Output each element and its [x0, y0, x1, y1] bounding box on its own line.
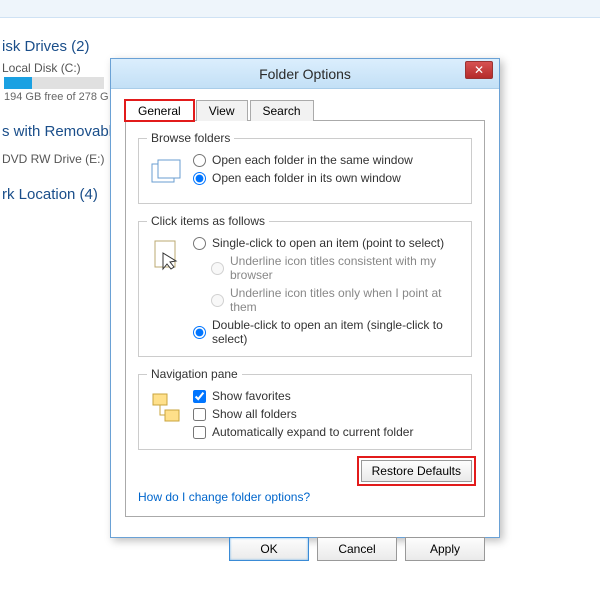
group-title-nav: Navigation pane	[147, 367, 242, 381]
check-show-favorites-input[interactable]	[193, 390, 206, 403]
radio-own-window-input[interactable]	[193, 172, 206, 185]
radio-own-window-label: Open each folder in its own window	[212, 171, 401, 185]
tab-strip: General View Search	[125, 99, 499, 120]
drive-usage-bar	[4, 77, 104, 89]
check-show-favorites-label: Show favorites	[212, 389, 291, 403]
check-auto-expand-label: Automatically expand to current folder	[212, 425, 413, 439]
ok-button[interactable]: OK	[229, 537, 309, 561]
section-disk-drives[interactable]: isk Drives (2)	[0, 38, 600, 55]
radio-underline-point-label: Underline icon titles only when I point …	[230, 286, 463, 314]
radio-double-click-input[interactable]	[193, 326, 206, 339]
tab-view[interactable]: View	[196, 100, 248, 121]
radio-underline-browser: Underline icon titles consistent with my…	[193, 254, 463, 282]
apply-button[interactable]: Apply	[405, 537, 485, 561]
check-auto-expand[interactable]: Automatically expand to current folder	[193, 425, 463, 439]
click-cursor-icon	[147, 236, 187, 276]
check-show-all-folders[interactable]: Show all folders	[193, 407, 463, 421]
radio-underline-browser-label: Underline icon titles consistent with my…	[230, 254, 463, 282]
folder-options-dialog: Folder Options ✕ General View Search Bro…	[110, 58, 500, 538]
radio-single-click-label: Single-click to open an item (point to s…	[212, 236, 444, 250]
tab-general[interactable]: General	[125, 100, 194, 121]
drive-usage-fill	[4, 77, 32, 89]
close-icon: ✕	[474, 64, 484, 76]
radio-underline-point: Underline icon titles only when I point …	[193, 286, 463, 314]
check-show-favorites[interactable]: Show favorites	[193, 389, 463, 403]
check-auto-expand-input[interactable]	[193, 426, 206, 439]
check-show-all-folders-input[interactable]	[193, 408, 206, 421]
group-browse-folders: Browse folders Open each folder in the s…	[138, 131, 472, 204]
radio-single-click-input[interactable]	[193, 237, 206, 250]
radio-underline-browser-input	[211, 262, 224, 275]
dialog-button-bar: OK Cancel Apply	[111, 527, 499, 575]
radio-underline-point-input	[211, 294, 224, 307]
radio-same-window[interactable]: Open each folder in the same window	[193, 153, 463, 167]
radio-double-click-label: Double-click to open an item (single-cli…	[212, 318, 463, 346]
tab-search[interactable]: Search	[250, 100, 314, 121]
help-link[interactable]: How do I change folder options?	[138, 490, 310, 504]
cancel-button[interactable]: Cancel	[317, 537, 397, 561]
restore-defaults-button[interactable]: Restore Defaults	[361, 460, 472, 482]
tree-folders-icon	[147, 389, 187, 429]
tab-panel-general: Browse folders Open each folder in the s…	[125, 120, 485, 517]
radio-same-window-input[interactable]	[193, 154, 206, 167]
close-button[interactable]: ✕	[465, 61, 493, 79]
check-show-all-folders-label: Show all folders	[212, 407, 297, 421]
dialog-title: Folder Options	[259, 66, 351, 82]
group-nav-pane: Navigation pane Show favorites Show all …	[138, 367, 472, 450]
radio-single-click[interactable]: Single-click to open an item (point to s…	[193, 236, 463, 250]
group-title-click: Click items as follows	[147, 214, 269, 228]
group-click-items: Click items as follows Single-click to o…	[138, 214, 472, 357]
group-title-browse: Browse folders	[147, 131, 234, 145]
radio-own-window[interactable]: Open each folder in its own window	[193, 171, 463, 185]
background-band	[0, 0, 600, 18]
folders-cascade-icon	[147, 153, 187, 193]
radio-double-click[interactable]: Double-click to open an item (single-cli…	[193, 318, 463, 346]
radio-same-window-label: Open each folder in the same window	[212, 153, 413, 167]
titlebar[interactable]: Folder Options ✕	[111, 59, 499, 89]
